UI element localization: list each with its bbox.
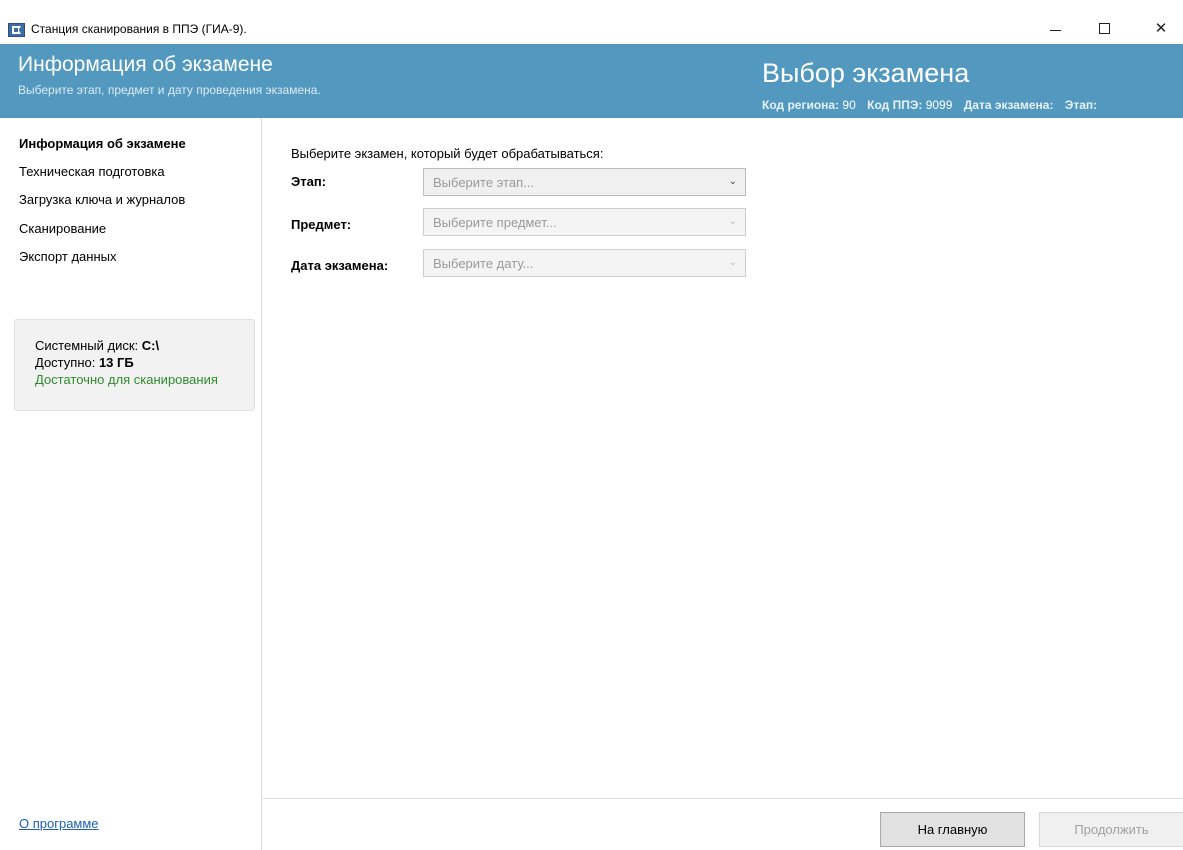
subject-select[interactable]: Выберите предмет... ⌄ [423, 208, 746, 236]
form-prompt: Выберите экзамен, который будет обрабаты… [291, 146, 604, 161]
date-select[interactable]: Выберите дату... ⌄ [423, 249, 746, 277]
available-space-line: Доступно: 13 ГБ [35, 354, 254, 371]
stage-select-placeholder: Выберите этап... [433, 175, 534, 190]
section-title: Информация об экзамене [18, 53, 273, 76]
section-subtitle: Выберите этап, предмет и дату проведения… [18, 83, 321, 97]
date-select-placeholder: Выберите дату... [433, 256, 534, 271]
subject-field-label: Предмет: [291, 217, 352, 232]
region-code-value: 90 [842, 98, 856, 112]
stage-field-label: Этап: [291, 174, 327, 189]
maximize-button[interactable] [1081, 12, 1127, 44]
exam-date-label: Дата экзамена: [963, 98, 1054, 112]
subject-select-placeholder: Выберите предмет... [433, 215, 557, 230]
date-field-label: Дата экзамена: [291, 258, 389, 273]
stage-select[interactable]: Выберите этап... ⌄ [423, 168, 746, 196]
page-title: Выбор экзамена [762, 58, 970, 88]
region-code-label: Код региона: [762, 98, 840, 112]
exam-selection-form: Выберите экзамен, который будет обрабаты… [263, 118, 1183, 798]
header-band: Информация об экзамене Выберите этап, пр… [0, 44, 1183, 118]
home-button[interactable]: На главную [880, 812, 1025, 847]
chevron-down-icon: ⌄ [728, 216, 737, 227]
app-flag-icon [8, 23, 25, 37]
minimize-icon [1049, 29, 1061, 31]
minimize-button[interactable] [1032, 12, 1078, 44]
available-space-label: Доступно: [35, 355, 99, 370]
about-link[interactable]: О программе [19, 816, 99, 831]
sidebar-item-exam-info[interactable]: Информация об экзамене [19, 136, 186, 151]
ppe-code-value: 9099 [925, 98, 953, 112]
system-disk-value: C:\ [141, 338, 160, 353]
ppe-code-label: Код ППЭ: [867, 98, 923, 112]
sidebar-item-tech-prep[interactable]: Техническая подготовка [19, 164, 165, 179]
sidebar-item-key-load[interactable]: Загрузка ключа и журналов [19, 192, 185, 207]
close-icon: ✕ [1154, 20, 1168, 37]
continue-button[interactable]: Продолжить [1039, 812, 1183, 847]
system-disk-line: Системный диск: C:\ [35, 337, 254, 354]
available-space-value: 13 ГБ [98, 355, 134, 370]
window-title: Станция сканирования в ППЭ (ГИА-9). [31, 22, 247, 36]
stage-label: Этап: [1064, 98, 1098, 112]
sidebar: Информация об экзамене Техническая подго… [0, 118, 262, 850]
sidebar-item-export[interactable]: Экспорт данных [19, 249, 116, 264]
exam-info-bar: Код региона: 90 Код ППЭ: 9099 Дата экзам… [762, 98, 1097, 112]
disk-status-text: Достаточно для сканирования [35, 372, 218, 387]
sidebar-item-scanning[interactable]: Сканирование [19, 221, 106, 236]
chevron-down-icon: ⌄ [728, 176, 737, 187]
maximize-icon [1098, 22, 1110, 34]
close-button[interactable]: ✕ [1138, 12, 1183, 44]
disk-status-panel: Системный диск: C:\ Доступно: 13 ГБ Дост… [14, 319, 255, 411]
chevron-down-icon: ⌄ [728, 257, 737, 268]
footer-bar: На главную Продолжить [263, 798, 1183, 850]
title-bar: Станция сканирования в ППЭ (ГИА-9). ✕ [0, 0, 1183, 44]
system-disk-label: Системный диск: [35, 338, 142, 353]
